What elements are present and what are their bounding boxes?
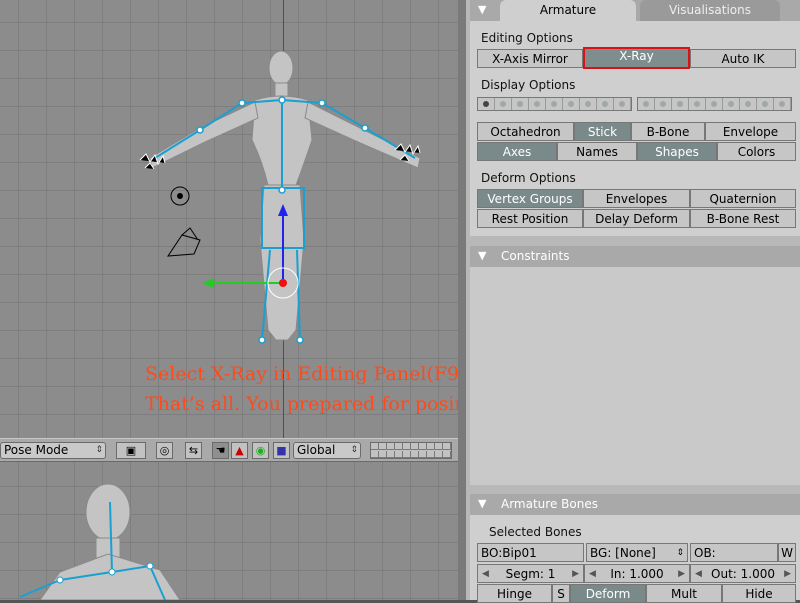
decrement-arrow-icon[interactable]: ◀: [482, 565, 489, 583]
select-arrows-icon: ⇕: [350, 445, 358, 455]
collapse-triangle-icon[interactable]: ▼: [478, 3, 486, 16]
bone-layer-buttons-left[interactable]: [477, 97, 632, 111]
armature-bones-title: Armature Bones: [501, 497, 598, 511]
b-bone-rest-button[interactable]: B-Bone Rest: [690, 209, 796, 228]
collapse-triangle-icon[interactable]: ▼: [478, 497, 486, 510]
instruction-line-2: That’s all. You prepared for posing!: [145, 393, 487, 415]
deform-button[interactable]: Deform: [570, 584, 646, 603]
segments-value: Segm: 1: [505, 567, 556, 581]
octahedron-button[interactable]: Octahedron: [477, 122, 574, 141]
orientation-select-label: Global: [297, 443, 336, 457]
quaternion-button[interactable]: Quaternion: [690, 189, 796, 208]
constraints-panel-body: [470, 267, 800, 485]
constraints-panel-header[interactable]: ▼ Constraints: [470, 246, 800, 267]
rotate-manipulator-icon[interactable]: ◉: [252, 442, 269, 459]
bone-group-value: BG: [None]: [590, 546, 656, 560]
editing-options-label: Editing Options: [481, 31, 573, 45]
delay-deform-button[interactable]: Delay Deform: [583, 209, 690, 228]
in-field[interactable]: ◀ In: 1.000 ▶: [584, 564, 690, 583]
armature-bones-panel-header[interactable]: ▼ Armature Bones: [470, 494, 800, 515]
auto-ik-button[interactable]: Auto IK: [690, 49, 796, 68]
mult-button[interactable]: Mult: [646, 584, 722, 603]
display-options-label: Display Options: [481, 78, 576, 92]
collapse-triangle-icon[interactable]: ▼: [478, 249, 486, 262]
snap-icon[interactable]: ⇆: [185, 442, 202, 459]
x-ray-button[interactable]: X-Ray: [583, 47, 690, 69]
x-axis-mirror-button[interactable]: X-Axis Mirror: [477, 49, 583, 68]
draw-type-icon[interactable]: ▣: [116, 442, 146, 459]
increment-arrow-icon[interactable]: ▶: [678, 565, 685, 583]
names-button[interactable]: Names: [557, 142, 637, 161]
rest-position-button[interactable]: Rest Position: [477, 209, 583, 228]
envelope-button[interactable]: Envelope: [705, 122, 796, 141]
vertex-groups-button[interactable]: Vertex Groups: [477, 189, 583, 208]
layer-buttons[interactable]: [370, 442, 452, 459]
increment-arrow-icon[interactable]: ▶: [572, 565, 579, 583]
ob-field[interactable]: OB:: [690, 543, 778, 562]
tab-visualisations[interactable]: Visualisations: [640, 0, 780, 21]
select-arrows-icon: ⇕: [676, 548, 684, 558]
character-closeup: [19, 483, 181, 600]
shapes-button[interactable]: Shapes: [637, 142, 717, 161]
decrement-arrow-icon[interactable]: ◀: [589, 565, 596, 583]
mode-select-label: Pose Mode: [4, 443, 69, 457]
colors-button[interactable]: Colors: [717, 142, 796, 161]
3d-viewport-bottom[interactable]: [0, 462, 458, 600]
pivot-icon[interactable]: ◎: [156, 442, 173, 459]
hand-manipulator-icon[interactable]: ☚: [212, 442, 229, 459]
axes-button[interactable]: Axes: [477, 142, 557, 161]
hide-button[interactable]: Hide: [722, 584, 796, 603]
constraints-title: Constraints: [501, 249, 570, 263]
in-value: In: 1.000: [610, 567, 664, 581]
hinge-button[interactable]: Hinge: [477, 584, 552, 603]
translate-manipulator-icon[interactable]: ▲: [231, 442, 248, 459]
out-field[interactable]: ◀ Out: 1.000 ▶: [690, 564, 796, 583]
mode-select[interactable]: Pose Mode ⇕: [0, 442, 106, 459]
bone-group-field[interactable]: BG: [None] ⇕: [586, 543, 688, 562]
tab-armature[interactable]: Armature: [500, 0, 636, 21]
increment-arrow-icon[interactable]: ▶: [784, 565, 791, 583]
stick-button[interactable]: Stick: [574, 122, 631, 141]
orientation-select[interactable]: Global ⇕: [293, 442, 361, 459]
viewport-header: Pose Mode ⇕ ▣ ◎ ⇆ ☚ ▲ ◉ ■ Global ⇕: [0, 438, 458, 462]
bone-layer-buttons-right[interactable]: [637, 97, 792, 111]
deform-options-label: Deform Options: [481, 171, 576, 185]
s-button[interactable]: S: [552, 584, 570, 603]
b-bone-button[interactable]: B-Bone: [631, 122, 705, 141]
select-arrows-icon: ⇕: [95, 445, 103, 455]
decrement-arrow-icon[interactable]: ◀: [695, 565, 702, 583]
out-value: Out: 1.000: [711, 567, 775, 581]
selected-bones-label: Selected Bones: [489, 525, 582, 539]
w-button[interactable]: W: [778, 543, 796, 562]
window-divider[interactable]: [458, 0, 466, 600]
bone-name-field[interactable]: BO:Bip01: [477, 543, 584, 562]
segments-field[interactable]: ◀ Segm: 1 ▶: [477, 564, 584, 583]
scale-manipulator-icon[interactable]: ■: [273, 442, 290, 459]
armature-panel-header: ▼ Armature Visualisations: [470, 0, 800, 21]
envelopes-button[interactable]: Envelopes: [583, 189, 690, 208]
